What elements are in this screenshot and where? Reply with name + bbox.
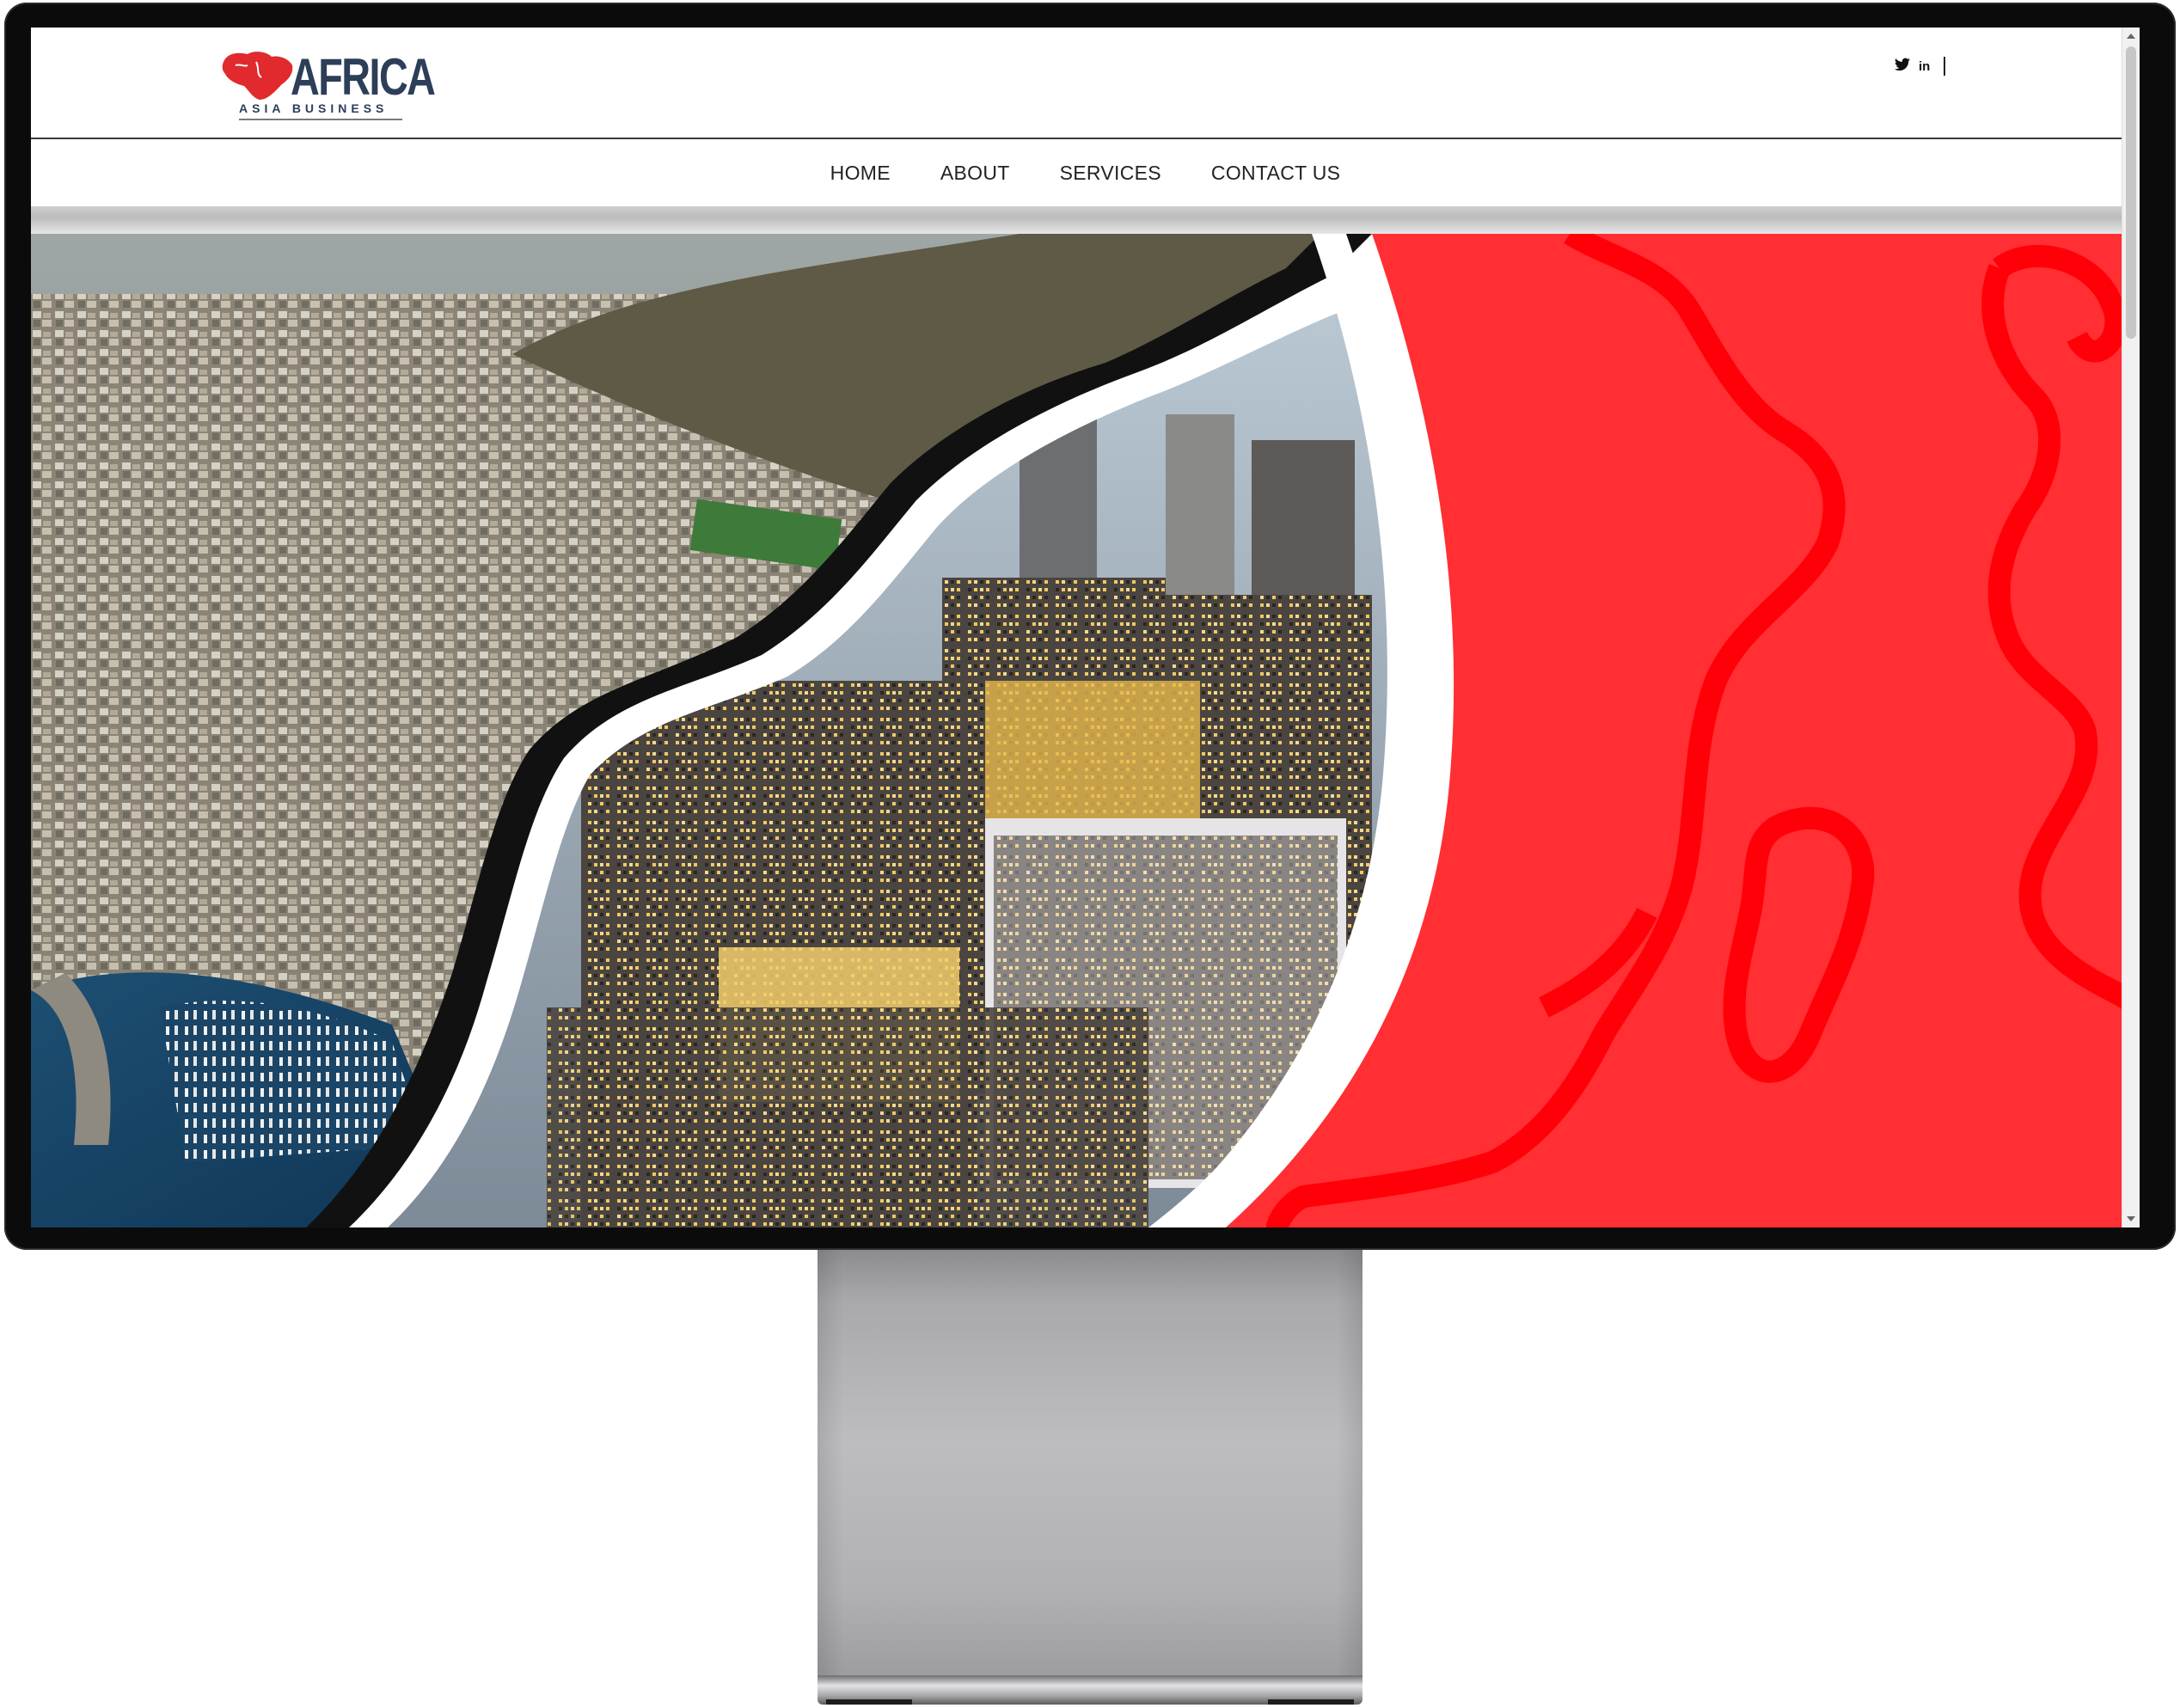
nav-shadow-band xyxy=(31,206,2140,234)
nav-contact-us[interactable]: CONTACT US xyxy=(1211,162,1340,185)
vertical-scrollbar[interactable] xyxy=(2122,28,2140,1227)
main-nav: HOME ABOUT SERVICES CONTACT US xyxy=(31,139,2140,206)
nav-services[interactable]: SERVICES xyxy=(1060,162,1161,185)
site-logo[interactable]: AFRICA ASIA BUSINESS xyxy=(218,46,436,124)
logo-underline xyxy=(239,119,402,120)
monitor-stand-base xyxy=(818,1675,1362,1705)
social-divider xyxy=(1944,57,1946,76)
logo-tagline: ASIA BUSINESS xyxy=(239,101,389,115)
logo-wordmark: AFRICA xyxy=(291,48,436,106)
stand-foot-left xyxy=(826,1699,912,1705)
site-header: AFRICA ASIA BUSINESS in xyxy=(31,28,2140,139)
scroll-thumb[interactable] xyxy=(2126,46,2136,339)
nav-about[interactable]: ABOUT xyxy=(940,162,1010,185)
linkedin-icon[interactable]: in xyxy=(1919,59,1930,74)
monitor-stand-neck xyxy=(818,1250,1362,1675)
africa-map-logo-icon xyxy=(222,52,293,100)
hero-artwork xyxy=(31,234,2140,1227)
social-links: in xyxy=(1895,57,1946,76)
stand-foot-right xyxy=(1268,1699,1354,1705)
scroll-down-arrow-icon[interactable] xyxy=(2127,1216,2135,1221)
browser-viewport: AFRICA ASIA BUSINESS in HOME ABOUT SERVI… xyxy=(31,28,2140,1227)
nav-home[interactable]: HOME xyxy=(830,162,891,185)
twitter-icon[interactable] xyxy=(1895,58,1910,76)
hero-banner xyxy=(31,234,2140,1227)
scroll-up-arrow-icon[interactable] xyxy=(2127,34,2135,39)
